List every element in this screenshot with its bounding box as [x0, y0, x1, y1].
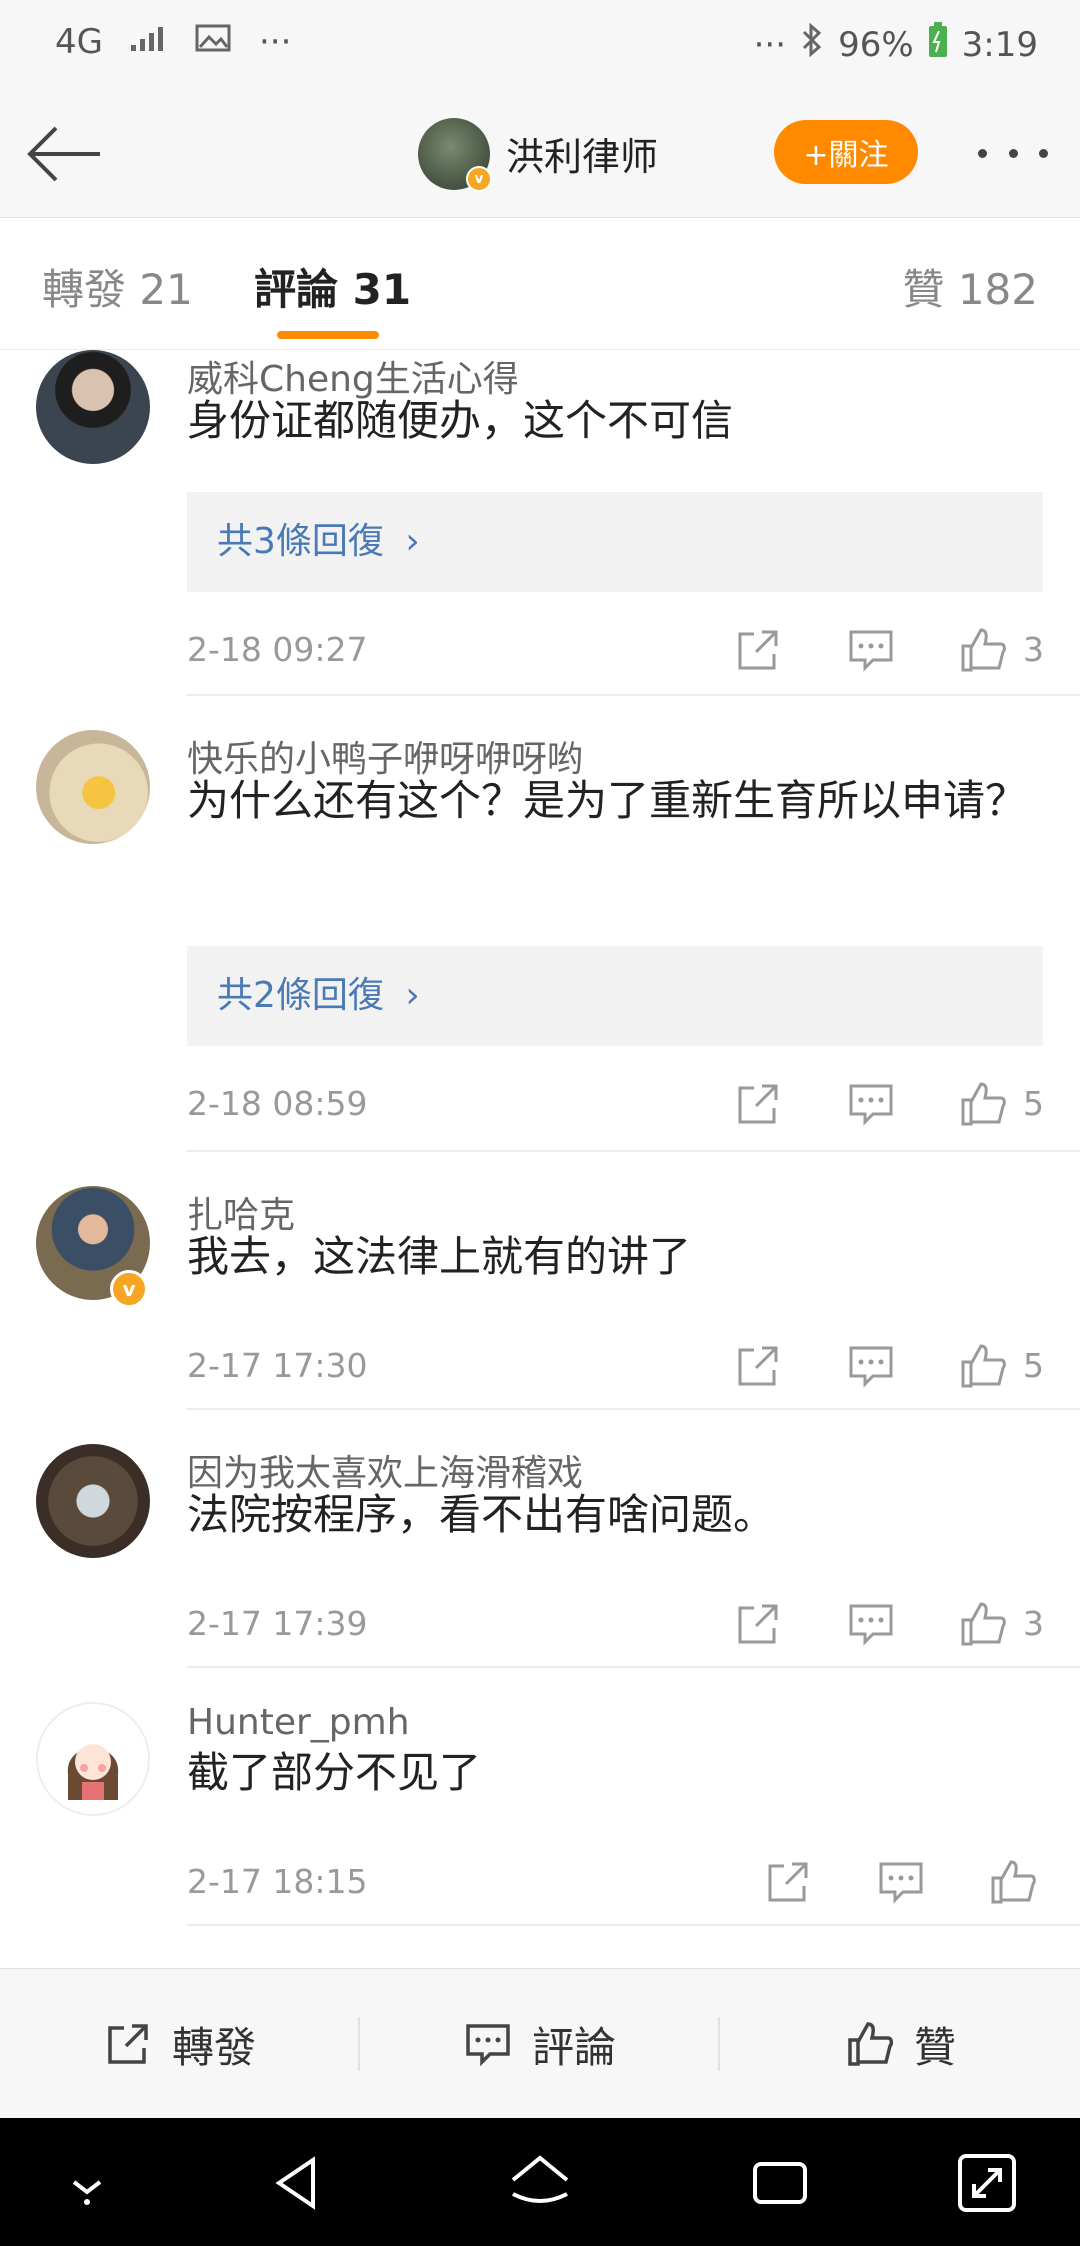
like-button[interactable]: 贊 — [720, 1969, 1080, 2119]
repost-label: 轉發 — [171, 2022, 256, 2072]
chevron-right-icon: › — [405, 975, 420, 1016]
comment-text: 我去，这法律上就有的讲了 — [187, 1232, 692, 1281]
hide-keyboard-button[interactable] — [52, 2148, 122, 2218]
network-indicator: 4G — [55, 22, 103, 62]
signal-icon — [129, 22, 169, 62]
comment-date: 2-18 09:27 — [187, 630, 368, 669]
back-arrow-icon — [27, 126, 100, 182]
gallery-icon — [195, 22, 233, 62]
like-icon[interactable] — [957, 624, 1009, 676]
like-label: 贊 — [913, 2022, 956, 2072]
like-icon[interactable] — [957, 1340, 1009, 1392]
battery-percent: 96% — [838, 24, 914, 65]
tab-reposts[interactable]: 轉發 21 — [42, 256, 193, 317]
comment-text: 截了部分不见了 — [187, 1748, 482, 1797]
list-item: 威科Cheng生活心得 身份证都随便办，这个不可信 共3條回復 › 2-18 0… — [0, 350, 1080, 696]
comment-meta: 2-17 18:15 — [187, 1852, 1043, 1912]
avatar[interactable] — [36, 1702, 150, 1816]
top-navigation-bar: v 洪利律师 +關注 — [0, 90, 1080, 218]
comment-meta: 2-17 17:30 5 — [187, 1336, 1044, 1396]
like-count: 3 — [1023, 1604, 1044, 1643]
like-icon — [848, 2022, 894, 2066]
comment-icon[interactable] — [845, 1598, 897, 1650]
comment-icon[interactable] — [845, 624, 897, 676]
comment-meta: 2-18 08:59 5 — [187, 1074, 1044, 1134]
dot-icon — [1008, 148, 1018, 158]
avatar[interactable] — [36, 1444, 150, 1558]
tab-bar: 轉發 21 評論 31 贊 182 — [0, 218, 1080, 350]
verified-icon: v — [466, 166, 492, 192]
notification-overflow: ··· — [258, 22, 292, 62]
verified-icon: v — [110, 1270, 148, 1308]
chevron-right-icon: › — [405, 521, 420, 562]
replies-label: 共2條回復 — [217, 975, 384, 1016]
comment-text: 法院按程序，看不出有啥问题。 — [187, 1490, 776, 1539]
back-nav-button[interactable] — [265, 2148, 335, 2218]
comment-list[interactable]: 威科Cheng生活心得 身份证都随便办，这个不可信 共3條回復 › 2-18 0… — [0, 350, 1080, 1968]
cartoon-girl-icon — [67, 1744, 119, 1800]
bluetooth-icon — [800, 22, 824, 66]
battery-icon — [928, 22, 948, 67]
active-tab-indicator — [277, 331, 379, 339]
view-replies-button[interactable]: 共3條回復 › — [187, 492, 1043, 592]
more-options-button[interactable] — [978, 138, 1048, 168]
view-replies-button[interactable]: 共2條回復 › — [187, 946, 1043, 1046]
comment-meta: 2-17 17:39 3 — [187, 1594, 1044, 1654]
like-count: 5 — [1023, 1084, 1044, 1123]
comment-icon[interactable] — [875, 1856, 927, 1908]
list-item: 快乐的小鸭子咿呀咿呀哟 为什么还有这个？是为了重新生育所以申请？ 共2條回復 ›… — [0, 696, 1080, 1152]
like-icon[interactable] — [987, 1856, 1039, 1908]
comment-text: 身份证都随便办，这个不可信 — [187, 396, 734, 445]
list-item: Hunter_pmh 截了部分不见了 2-17 18:15 — [0, 1668, 1080, 1968]
comment-icon — [466, 2024, 510, 2067]
replies-label: 共3條回復 — [217, 521, 384, 562]
recent-apps-button[interactable] — [745, 2148, 815, 2218]
tab-comments[interactable]: 評論 31 — [254, 256, 411, 317]
screen-rotate-button[interactable] — [952, 2148, 1022, 2218]
tab-likes[interactable]: 贊 182 — [902, 256, 1038, 317]
comment-date: 2-17 18:15 — [187, 1862, 368, 1901]
like-count: 5 — [1023, 1346, 1044, 1385]
list-item: v 扎哈克 我去，这法律上就有的讲了 2-17 17:30 5 — [0, 1152, 1080, 1410]
avatar[interactable] — [36, 730, 150, 844]
comment-icon[interactable] — [845, 1078, 897, 1130]
status-bar: 4G ··· ··· 96% 3:19 — [0, 0, 1080, 90]
repost-icon[interactable] — [732, 624, 784, 676]
author-name[interactable]: 洪利律师 — [506, 126, 658, 181]
comment-meta: 2-18 09:27 3 — [187, 620, 1044, 680]
comment-date: 2-18 08:59 — [187, 1084, 368, 1123]
like-count: 3 — [1023, 630, 1044, 669]
repost-button[interactable]: 轉發 — [0, 1969, 358, 2119]
comment-icon[interactable] — [845, 1340, 897, 1392]
repost-icon — [108, 2024, 148, 2064]
follow-button[interactable]: +關注 — [774, 120, 918, 184]
comment-date: 2-17 17:30 — [187, 1346, 368, 1385]
system-navigation-bar — [0, 2118, 1080, 2246]
divider — [187, 1924, 1080, 1926]
like-icon[interactable] — [957, 1598, 1009, 1650]
dot-icon — [1039, 148, 1048, 158]
repost-icon[interactable] — [732, 1598, 784, 1650]
list-item: 因为我太喜欢上海滑稽戏 法院按程序，看不出有啥问题。 2-17 17:39 3 — [0, 1410, 1080, 1668]
repost-icon[interactable] — [732, 1078, 784, 1130]
dot-icon — [978, 148, 987, 158]
comment-label: 評論 — [531, 2022, 616, 2072]
avatar[interactable] — [36, 350, 150, 464]
home-button[interactable] — [505, 2148, 575, 2218]
comment-date: 2-17 17:39 — [187, 1604, 368, 1643]
clock: 3:19 — [961, 24, 1038, 65]
repost-icon[interactable] — [762, 1856, 814, 1908]
repost-icon[interactable] — [732, 1340, 784, 1392]
back-button[interactable] — [26, 122, 106, 186]
bottom-action-bar: 轉發 評論 贊 — [0, 1968, 1080, 2118]
status-overflow: ··· — [753, 24, 787, 65]
like-icon[interactable] — [957, 1078, 1009, 1130]
comment-text: 为什么还有这个？是为了重新生育所以申请？ — [187, 776, 1028, 825]
comment-button[interactable]: 評論 — [360, 1969, 718, 2119]
